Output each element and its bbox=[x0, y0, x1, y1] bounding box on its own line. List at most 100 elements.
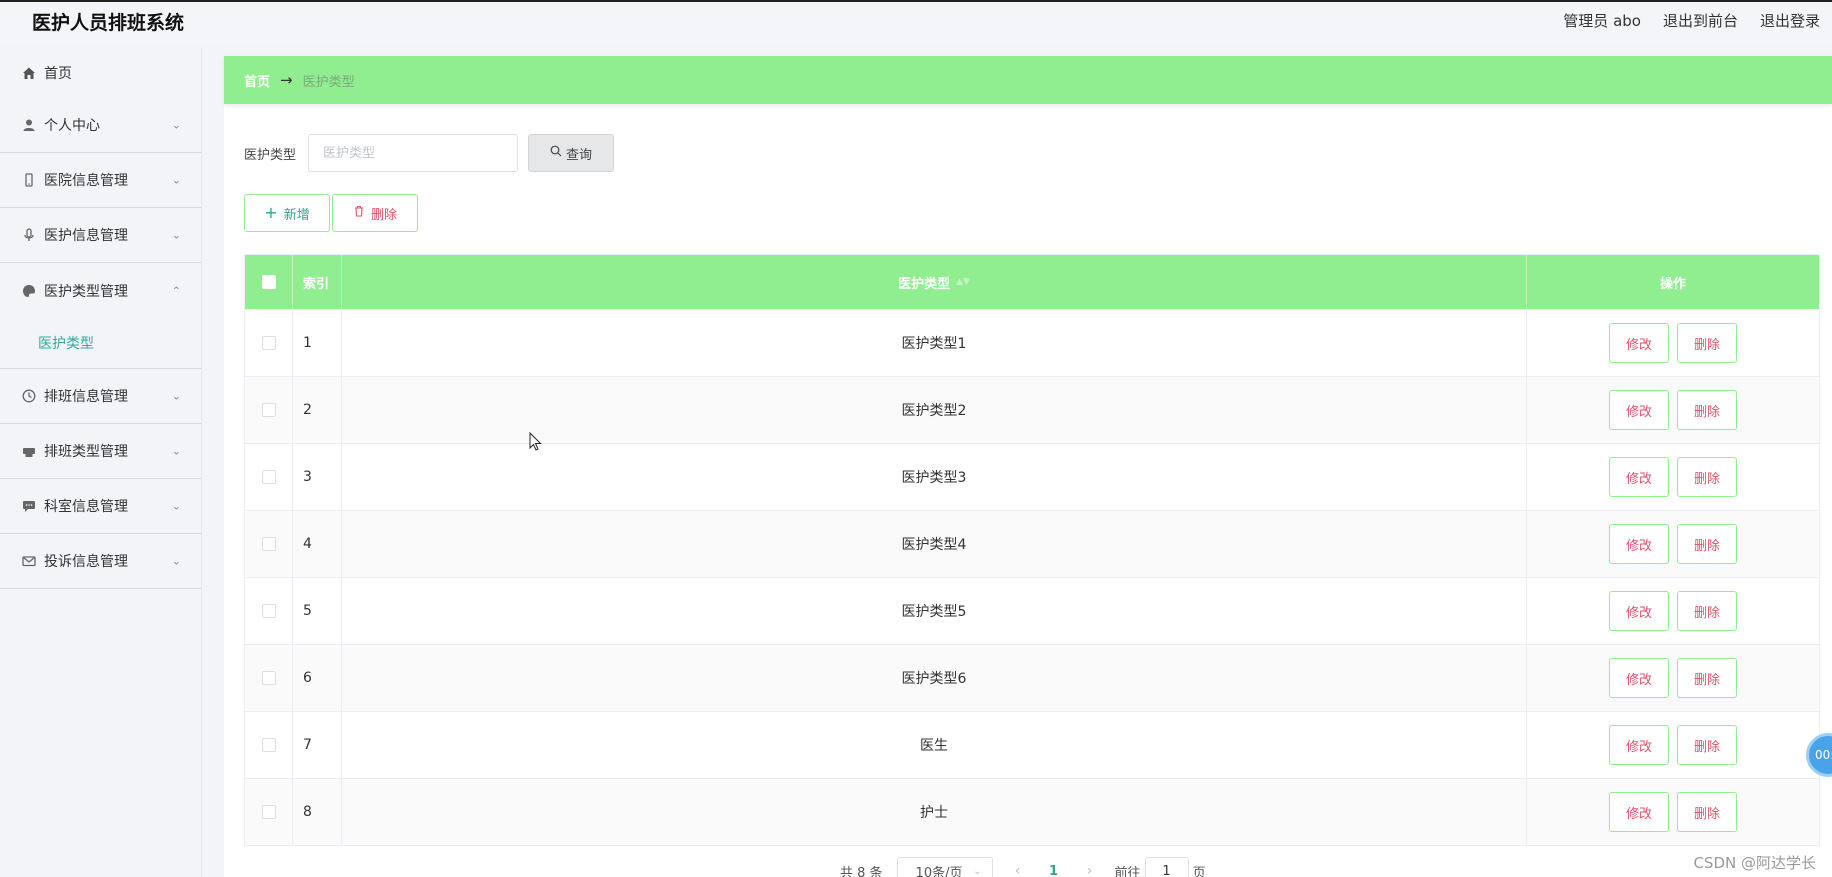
sort-icon[interactable]: ▲▼ bbox=[956, 277, 970, 287]
home-icon bbox=[22, 66, 36, 80]
chevron-down-icon: ⌄ bbox=[171, 499, 181, 513]
row-checkbox-cell bbox=[245, 712, 293, 778]
data-table: 索引 医护类型 ▲▼ 操作 1 医护类型1 修改 删除 2 医护类型2 修改 删除 3 医护类型3… bbox=[244, 254, 1820, 846]
header-type-label: 医护类型 bbox=[898, 276, 951, 292]
row-operations: 修改 删除 bbox=[1527, 310, 1819, 376]
row-type: 护士 bbox=[342, 779, 1527, 845]
search-input[interactable] bbox=[308, 134, 519, 172]
row-checkbox[interactable] bbox=[261, 470, 276, 484]
sidebar-item-label: 科室信息管理 bbox=[44, 499, 128, 515]
row-operations: 修改 删除 bbox=[1527, 377, 1819, 443]
trash-icon bbox=[353, 205, 365, 221]
sidebar-item-label: 医护信息管理 bbox=[44, 228, 128, 244]
edit-button[interactable]: 修改 bbox=[1609, 457, 1669, 497]
edit-button[interactable]: 修改 bbox=[1609, 725, 1669, 765]
next-page-button[interactable]: › bbox=[1079, 863, 1101, 877]
row-operations: 修改 删除 bbox=[1527, 444, 1819, 510]
sidebar-item-schedule-type[interactable]: 排班类型管理 ⌄ bbox=[0, 424, 201, 479]
search-icon bbox=[550, 145, 562, 161]
edit-button[interactable]: 修改 bbox=[1609, 792, 1669, 832]
sidebar-item-staff[interactable]: 医护信息管理 ⌄ bbox=[0, 208, 201, 263]
sidebar-item-staff-type[interactable]: 医护类型管理 ⌃ bbox=[0, 263, 201, 318]
delete-button[interactable]: 删除 bbox=[1677, 658, 1737, 698]
row-type: 医护类型5 bbox=[342, 578, 1527, 644]
phone-icon bbox=[22, 173, 36, 187]
breadcrumb-current: 医护类型 bbox=[302, 74, 355, 90]
exit-to-front-link[interactable]: 退出到前台 bbox=[1663, 10, 1738, 31]
page-number[interactable]: 1 bbox=[1043, 864, 1065, 877]
table-row: 6 医护类型6 修改 删除 bbox=[245, 644, 1819, 711]
top-links: 管理员 abo 退出到前台 退出登录 bbox=[1563, 10, 1820, 31]
chevron-up-icon: ⌃ bbox=[171, 284, 181, 297]
page-size-value: 10条/页 bbox=[915, 865, 963, 877]
edit-button[interactable]: 修改 bbox=[1609, 323, 1669, 363]
edit-button[interactable]: 修改 bbox=[1609, 658, 1669, 698]
row-operations: 修改 删除 bbox=[1527, 511, 1819, 577]
delete-button[interactable]: 删除 bbox=[1677, 390, 1737, 430]
delete-button[interactable]: 删除 bbox=[1677, 725, 1737, 765]
sidebar-item-complaint[interactable]: 投诉信息管理 ⌄ bbox=[0, 534, 201, 589]
row-type: 医生 bbox=[342, 712, 1527, 778]
chevron-down-icon: ⌄ bbox=[171, 444, 181, 458]
chevron-down-icon: ⌄ bbox=[171, 118, 181, 132]
row-index: 3 bbox=[293, 444, 342, 510]
sidebar-item-label: 医院信息管理 bbox=[44, 173, 128, 189]
admin-user-link[interactable]: 管理员 abo bbox=[1563, 10, 1641, 31]
row-checkbox-cell bbox=[245, 645, 293, 711]
search-button-label: 查询 bbox=[566, 147, 593, 163]
row-checkbox[interactable] bbox=[261, 671, 276, 685]
add-button[interactable]: + 新增 bbox=[244, 194, 330, 232]
row-checkbox[interactable] bbox=[261, 336, 276, 350]
action-buttons: + 新增 删除 bbox=[244, 194, 418, 232]
row-checkbox-cell bbox=[245, 511, 293, 577]
search-button[interactable]: 查询 bbox=[528, 134, 615, 172]
row-type: 医护类型1 bbox=[342, 310, 1527, 376]
row-operations: 修改 删除 bbox=[1527, 712, 1819, 778]
row-operations: 修改 删除 bbox=[1527, 578, 1819, 644]
row-checkbox-cell bbox=[245, 377, 293, 443]
row-index: 7 bbox=[293, 712, 342, 778]
row-checkbox[interactable] bbox=[261, 738, 276, 752]
row-checkbox[interactable] bbox=[261, 403, 276, 417]
add-button-label: 新增 bbox=[283, 207, 310, 223]
goto-suffix: 页 bbox=[1192, 865, 1206, 877]
logout-link[interactable]: 退出登录 bbox=[1760, 10, 1820, 31]
pagination: 共 8 条 10条/页 ⌄ ‹ 1 › 前往 页 bbox=[840, 857, 1206, 877]
prev-page-button[interactable]: ‹ bbox=[1007, 863, 1029, 877]
edit-button[interactable]: 修改 bbox=[1609, 524, 1669, 564]
sidebar-item-home[interactable]: 首页 bbox=[0, 48, 201, 98]
sidebar-item-personal[interactable]: 个人中心 ⌄ bbox=[0, 98, 201, 153]
breadcrumb-separator: → bbox=[280, 71, 293, 89]
sidebar-item-hospital[interactable]: 医院信息管理 ⌄ bbox=[0, 153, 201, 208]
sidebar-subitem-staff-type[interactable]: 医护类型 bbox=[0, 318, 201, 368]
row-checkbox[interactable] bbox=[261, 805, 276, 819]
select-all-checkbox[interactable] bbox=[261, 275, 276, 289]
row-checkbox-cell bbox=[245, 310, 293, 376]
page-size-select[interactable]: 10条/页 ⌄ bbox=[896, 857, 993, 877]
edit-button[interactable]: 修改 bbox=[1609, 591, 1669, 631]
row-type: 医护类型3 bbox=[342, 444, 1527, 510]
table-row: 7 医生 修改 删除 bbox=[245, 711, 1819, 778]
printer-icon bbox=[22, 444, 36, 458]
header-checkbox-cell bbox=[245, 255, 293, 309]
main-content: 首页 → 医护类型 医护类型 查询 + 新增 删除 索引 bbox=[224, 56, 1832, 877]
delete-button[interactable]: 删除 bbox=[1677, 591, 1737, 631]
breadcrumb-home[interactable]: 首页 bbox=[244, 71, 270, 90]
sidebar-item-schedule[interactable]: 排班信息管理 ⌄ bbox=[0, 369, 201, 424]
app-title: 医护人员排班系统 bbox=[32, 12, 185, 34]
edit-button[interactable]: 修改 bbox=[1609, 390, 1669, 430]
sidebar-item-department[interactable]: 科室信息管理 ⌄ bbox=[0, 479, 201, 534]
row-index: 4 bbox=[293, 511, 342, 577]
delete-button[interactable]: 删除 bbox=[1677, 792, 1737, 832]
batch-delete-button[interactable]: 删除 bbox=[332, 194, 418, 232]
goto-page-input[interactable] bbox=[1144, 857, 1189, 877]
row-index: 8 bbox=[293, 779, 342, 845]
table-row: 5 医护类型5 修改 删除 bbox=[245, 577, 1819, 644]
delete-button[interactable]: 删除 bbox=[1677, 457, 1737, 497]
delete-button[interactable]: 删除 bbox=[1677, 524, 1737, 564]
row-checkbox[interactable] bbox=[261, 604, 276, 618]
row-checkbox[interactable] bbox=[261, 537, 276, 551]
delete-button[interactable]: 删除 bbox=[1677, 323, 1737, 363]
header-type[interactable]: 医护类型 ▲▼ bbox=[342, 255, 1527, 309]
mail-icon bbox=[22, 554, 36, 568]
